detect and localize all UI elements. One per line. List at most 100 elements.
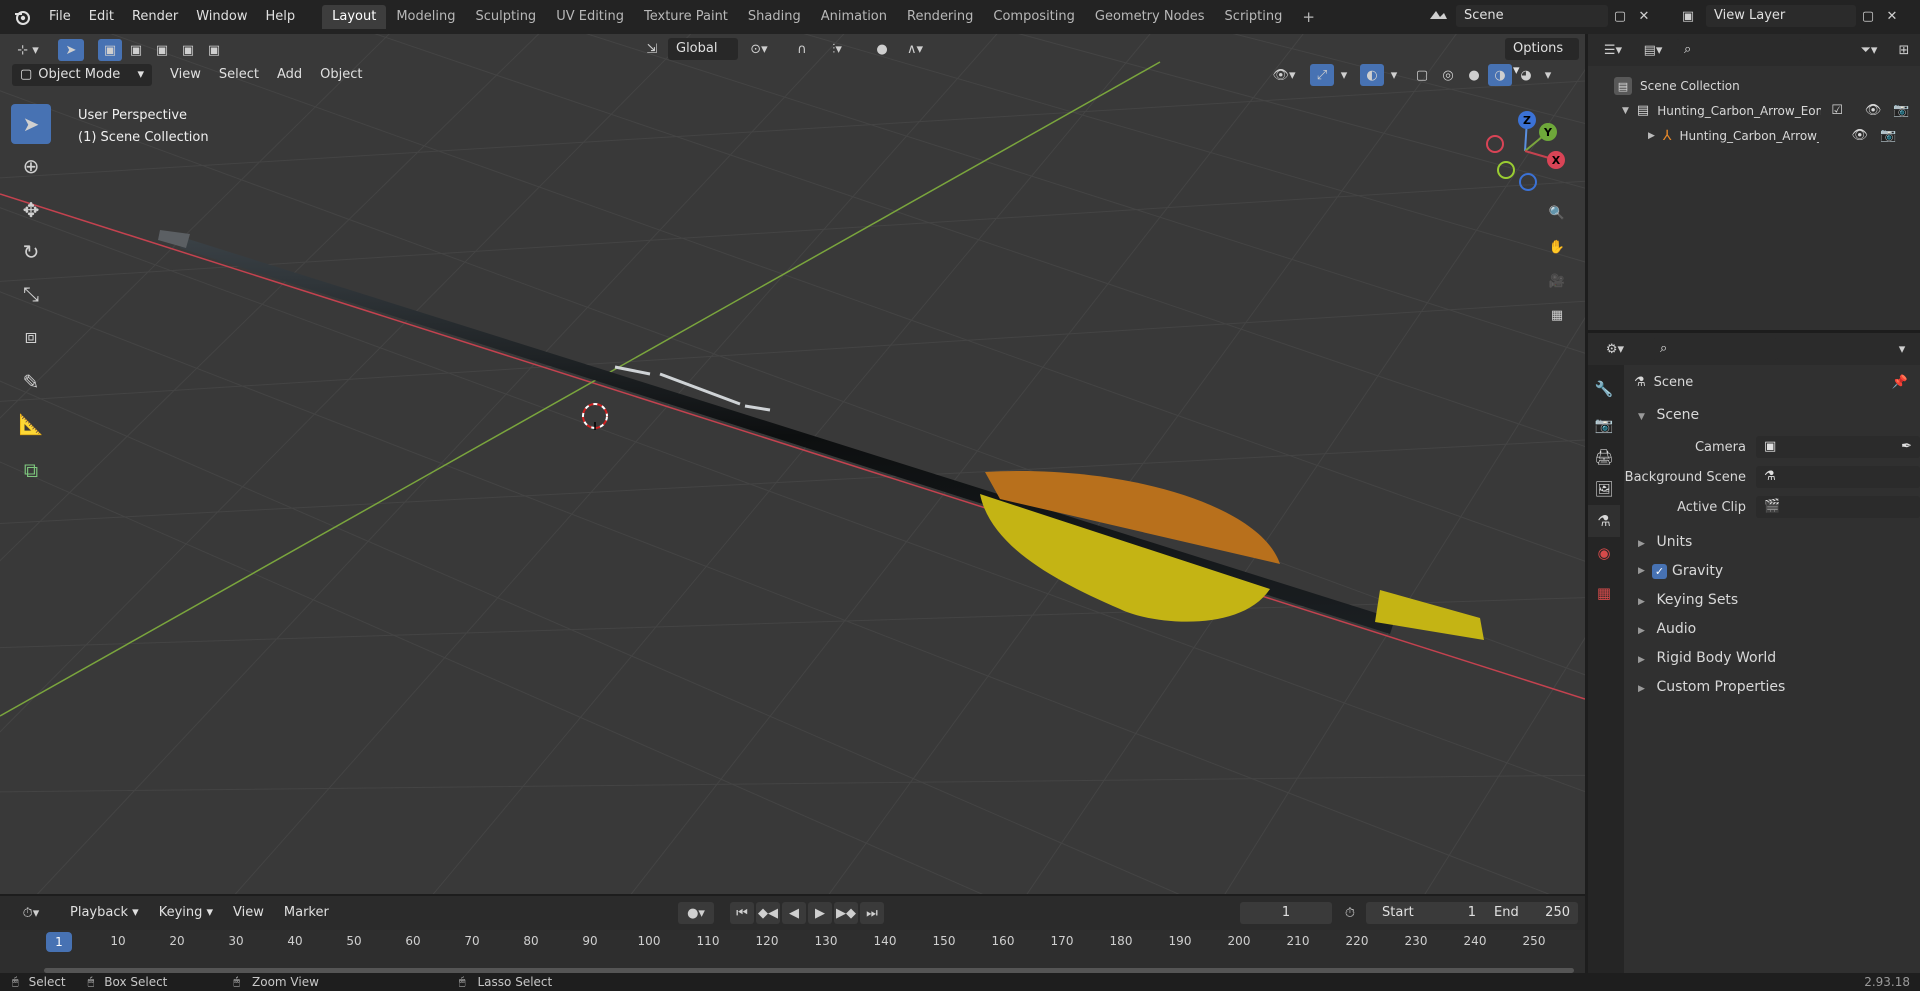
- proportional-edit-icon[interactable]: ●: [870, 38, 894, 60]
- gravity-checkbox-icon[interactable]: ✓: [1652, 564, 1667, 579]
- move-tool-icon[interactable]: ✥: [11, 190, 51, 230]
- filter-icon[interactable]: ⏷▾: [1852, 39, 1886, 61]
- menu-add[interactable]: Add: [269, 64, 310, 86]
- select-subtract-icon[interactable]: ▣: [150, 39, 174, 61]
- gravity-section[interactable]: ▶ ✓ Gravity: [1624, 557, 1920, 586]
- measure-tool-icon[interactable]: 📐: [11, 404, 51, 444]
- transform-tool-icon[interactable]: ⧈: [11, 316, 51, 356]
- tab-rendering[interactable]: Rendering: [897, 5, 983, 29]
- options-dropdown[interactable]: Options ▾: [1505, 38, 1579, 78]
- add-workspace-icon[interactable]: +: [1292, 5, 1325, 29]
- material-shading-icon[interactable]: ◑: [1488, 64, 1512, 86]
- output-tab-icon[interactable]: 🖨: [1588, 441, 1620, 473]
- playhead-frame-indicator[interactable]: 1: [46, 932, 72, 952]
- texture-tab-icon[interactable]: ▦: [1588, 577, 1620, 609]
- select-tool-icon[interactable]: ➤: [58, 39, 84, 61]
- gizmo-dropdown-icon[interactable]: ▾: [1336, 64, 1352, 86]
- pivot-point-icon[interactable]: ⊙▾: [742, 38, 776, 60]
- visibility-icon[interactable]: 👁▾: [1266, 64, 1302, 86]
- ortho-toggle-icon[interactable]: ▦: [1542, 300, 1572, 330]
- play-icon[interactable]: ▶: [808, 902, 832, 924]
- menu-help[interactable]: Help: [257, 0, 305, 34]
- exclude-checkbox-icon[interactable]: ☑: [1831, 103, 1843, 118]
- active-clip-field[interactable]: 🎬: [1756, 496, 1920, 518]
- stopwatch-icon[interactable]: ⏱: [1338, 902, 1362, 924]
- scene-name-field[interactable]: Scene: [1456, 5, 1608, 27]
- outliner-search-input[interactable]: ⌕: [1676, 39, 1802, 61]
- view-layer-icon[interactable]: ▣: [1670, 5, 1706, 27]
- keying-sets-section[interactable]: ▶ Keying Sets: [1624, 586, 1920, 615]
- select-box-tool-icon[interactable]: ➤: [11, 104, 51, 144]
- display-mode-icon[interactable]: ▤▾: [1636, 39, 1670, 61]
- editor-type-icon[interactable]: ⊹ ▾: [8, 39, 48, 61]
- expand-triangle-icon[interactable]: ▼: [1622, 106, 1629, 116]
- units-section[interactable]: ▶ Units: [1624, 528, 1920, 557]
- jump-start-icon[interactable]: ⏮: [730, 902, 754, 924]
- scene-section-header[interactable]: ▼ Scene: [1624, 401, 1920, 430]
- solid-shading-icon[interactable]: ●: [1462, 64, 1486, 86]
- menu-marker[interactable]: Marker: [276, 902, 337, 924]
- current-frame-field[interactable]: 1: [1240, 902, 1332, 924]
- tab-animation[interactable]: Animation: [811, 5, 897, 29]
- falloff-icon[interactable]: ∧▾: [898, 38, 932, 60]
- cursor-tool-icon[interactable]: ⊕: [11, 146, 51, 186]
- camera-field[interactable]: ▣ ✒: [1756, 436, 1920, 458]
- end-frame-field[interactable]: End 250: [1478, 902, 1578, 924]
- menu-view[interactable]: View: [162, 64, 209, 86]
- menu-keying[interactable]: Keying ▾: [151, 902, 221, 924]
- jump-end-icon[interactable]: ⏭: [860, 902, 884, 924]
- overlay-toggle-icon[interactable]: ◐: [1360, 64, 1384, 86]
- record-icon[interactable]: ●▾: [678, 902, 714, 924]
- remove-scene-icon[interactable]: ✕: [1632, 5, 1656, 27]
- custom-properties-section[interactable]: ▶ Custom Properties: [1624, 673, 1920, 702]
- background-scene-field[interactable]: ⚗: [1756, 466, 1920, 488]
- tab-compositing[interactable]: Compositing: [983, 5, 1085, 29]
- select-intersect-icon[interactable]: ▣: [202, 39, 226, 61]
- collapse-triangle-icon[interactable]: ▶: [1648, 131, 1655, 141]
- camera-render-icon[interactable]: 📷: [1893, 103, 1909, 118]
- view-layer-field[interactable]: View Layer: [1706, 5, 1856, 27]
- tool-tab-icon[interactable]: 🔧: [1588, 373, 1620, 405]
- snap-target-icon[interactable]: ⫶▾: [818, 38, 856, 60]
- shading-dropdown-icon[interactable]: ▾: [1540, 64, 1556, 86]
- audio-section[interactable]: ▶ Audio: [1624, 615, 1920, 644]
- pin-icon[interactable]: 📌: [1892, 375, 1908, 390]
- prev-keyframe-icon[interactable]: ◆◀: [756, 902, 780, 924]
- 3d-viewport[interactable]: ⊹ ▾ ➤ ▣ ▣ ▣ ▣ ▣ ⇲ Global ⊙▾ ∩ ⫶▾ ● ∧▾ Op…: [0, 34, 1585, 894]
- properties-editor-icon[interactable]: ⚙▾: [1598, 338, 1632, 360]
- select-extend-icon[interactable]: ▣: [124, 39, 148, 61]
- eye-icon[interactable]: 👁: [1865, 103, 1882, 118]
- outliner-collection-row[interactable]: ▼ ▤ Hunting_Carbon_Arrow_Eome ☑ 👁 📷: [1588, 98, 1920, 123]
- new-view-layer-icon[interactable]: ▢: [1856, 5, 1880, 27]
- menu-playback[interactable]: Playback ▾: [62, 902, 147, 924]
- scene-tab-icon[interactable]: ⚗: [1588, 505, 1620, 537]
- scene-data-icon[interactable]: [1420, 5, 1456, 27]
- zoom-icon[interactable]: 🔍: [1542, 198, 1572, 228]
- object-mode-dropdown[interactable]: ▢ Object Mode ▾: [12, 64, 152, 86]
- timeline-ruler[interactable]: 1102030405060708090100110120130140150160…: [0, 930, 1585, 974]
- render-tab-icon[interactable]: 📷: [1588, 409, 1620, 441]
- tab-texture-paint[interactable]: Texture Paint: [634, 5, 738, 29]
- menu-window[interactable]: Window: [187, 0, 256, 34]
- outliner-root-row[interactable]: ▤ Scene Collection: [1588, 74, 1920, 98]
- rotate-tool-icon[interactable]: ↻: [11, 232, 51, 272]
- gizmo-toggle-icon[interactable]: ⤢: [1310, 64, 1334, 86]
- menu-view[interactable]: View: [225, 902, 272, 924]
- next-keyframe-icon[interactable]: ▶◆: [834, 902, 858, 924]
- menu-object[interactable]: Object: [312, 64, 370, 86]
- add-cube-tool-icon[interactable]: ⧉: [11, 450, 51, 490]
- menu-select[interactable]: Select: [211, 64, 267, 86]
- wireframe-shading-icon[interactable]: ◎: [1436, 64, 1460, 86]
- tab-uv-editing[interactable]: UV Editing: [546, 5, 634, 29]
- overlay-dropdown-icon[interactable]: ▾: [1386, 64, 1402, 86]
- eyedropper-icon[interactable]: ✒: [1901, 436, 1912, 458]
- tab-geometry-nodes[interactable]: Geometry Nodes: [1085, 5, 1215, 29]
- camera-render-icon[interactable]: 📷: [1880, 128, 1896, 143]
- snap-icon[interactable]: ∩: [790, 38, 814, 60]
- select-invert-icon[interactable]: ▣: [176, 39, 200, 61]
- eye-icon[interactable]: 👁: [1851, 128, 1868, 143]
- properties-options-icon[interactable]: ▾: [1890, 338, 1914, 360]
- transform-orientation-dropdown[interactable]: Global: [668, 38, 738, 60]
- tab-scripting[interactable]: Scripting: [1215, 5, 1293, 29]
- remove-view-layer-icon[interactable]: ✕: [1880, 5, 1904, 27]
